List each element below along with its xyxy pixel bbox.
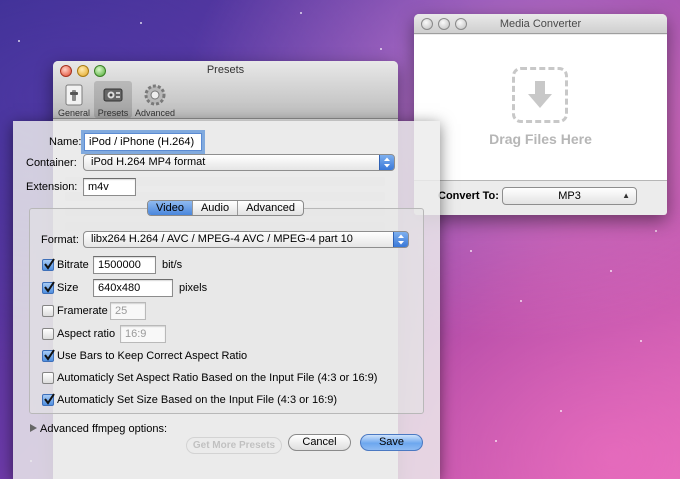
auto-size-checkbox[interactable]: [42, 393, 55, 406]
updown-chevron-icon: ▲: [622, 191, 630, 200]
toolbar-general-label: General: [57, 108, 91, 118]
use-bars-label: Use Bars to Keep Correct Aspect Ratio: [57, 350, 248, 362]
size-unit: pixels: [179, 282, 208, 294]
toolbar-presets[interactable]: Presets: [94, 81, 132, 118]
convert-to-value: MP3: [558, 190, 581, 202]
checkmark-icon: [44, 258, 55, 270]
drop-zone[interactable]: Drag Files Here: [414, 35, 667, 181]
aspect-ratio-checkbox[interactable]: [42, 328, 54, 340]
extension-label: Extension:: [26, 181, 78, 193]
checkmark-icon: [44, 281, 55, 293]
toolbar-advanced-label: Advanced: [134, 108, 176, 118]
minimize-button[interactable]: [438, 18, 450, 30]
disclosure-triangle-icon[interactable]: [30, 424, 37, 432]
cancel-button[interactable]: Cancel: [288, 434, 351, 451]
framerate-field[interactable]: 25: [110, 302, 146, 320]
bitrate-label: Bitrate: [57, 259, 89, 271]
auto-size-label: Automaticly Set Size Based on the Input …: [57, 394, 338, 406]
drop-text: Drag Files Here: [489, 131, 592, 147]
aspect-ratio-field[interactable]: 16:9: [120, 325, 166, 343]
framerate-label: Framerate: [57, 305, 108, 317]
tab-audio[interactable]: Audio: [193, 201, 239, 215]
save-button[interactable]: Save: [360, 434, 423, 451]
close-button[interactable]: [421, 18, 433, 30]
media-converter-window: Media Converter Drag Files Here Convert …: [414, 14, 667, 215]
bitrate-field[interactable]: 1500000: [93, 256, 156, 274]
use-bars-checkbox[interactable]: [42, 349, 55, 362]
aspect-ratio-label: Aspect ratio: [57, 328, 116, 340]
container-value: iPod H.264 MP4 format: [91, 156, 206, 168]
zoom-button[interactable]: [455, 18, 467, 30]
size-checkbox[interactable]: [42, 281, 55, 294]
framerate-checkbox[interactable]: [42, 305, 54, 317]
updown-arrows-icon: [379, 155, 394, 170]
format-popup[interactable]: libx264 H.264 / AVC / MPEG-4 AVC / MPEG-…: [83, 231, 409, 248]
convert-to-label: Convert To:: [438, 190, 499, 202]
convert-to-popup[interactable]: MP3 ▲: [502, 187, 637, 205]
advanced-icon: [144, 84, 166, 106]
get-more-presets-button: Get More Presets: [186, 437, 282, 454]
size-field[interactable]: 640x480: [93, 279, 173, 297]
toolbar-advanced[interactable]: Advanced: [134, 81, 176, 118]
container-popup[interactable]: iPod H.264 MP4 format: [83, 154, 395, 171]
checkmark-icon: [44, 349, 55, 361]
toolbar-general[interactable]: General: [55, 81, 93, 118]
general-icon: [65, 84, 83, 106]
preset-editor-sheet: Name: iPod / iPhone (H.264) Container: i…: [13, 121, 440, 479]
auto-aspect-label: Automaticly Set Aspect Ratio Based on th…: [57, 372, 378, 384]
container-label: Container:: [26, 157, 77, 169]
window-title: Presets: [206, 64, 245, 76]
presets-icon: [103, 88, 123, 102]
tab-video[interactable]: Video: [148, 201, 193, 215]
format-value: libx264 H.264 / AVC / MPEG-4 AVC / MPEG-…: [91, 233, 353, 245]
bitrate-checkbox[interactable]: [42, 258, 55, 271]
settings-tabs: Video Audio Advanced: [147, 200, 305, 216]
bitrate-unit: bit/s: [162, 259, 183, 271]
extension-field[interactable]: m4v: [83, 178, 136, 196]
updown-arrows-icon: [393, 232, 408, 247]
auto-aspect-checkbox[interactable]: [42, 372, 54, 384]
format-label: Format:: [41, 234, 79, 246]
checkmark-icon: [44, 393, 55, 405]
name-label: Name:: [49, 136, 82, 148]
name-field[interactable]: iPod / iPhone (H.264): [84, 133, 202, 151]
toolbar-presets-label: Presets: [97, 108, 129, 118]
advanced-options-label[interactable]: Advanced ffmpeg options:: [40, 423, 167, 435]
presets-toolbar: Presets General Presets Advanced: [53, 61, 398, 119]
window-title: Media Converter: [499, 18, 582, 30]
drop-box: [512, 67, 568, 123]
media-converter-titlebar[interactable]: Media Converter: [414, 14, 667, 34]
size-label: Size: [57, 282, 79, 294]
download-arrow-icon: [528, 81, 552, 108]
tab-advanced[interactable]: Advanced: [238, 201, 303, 215]
